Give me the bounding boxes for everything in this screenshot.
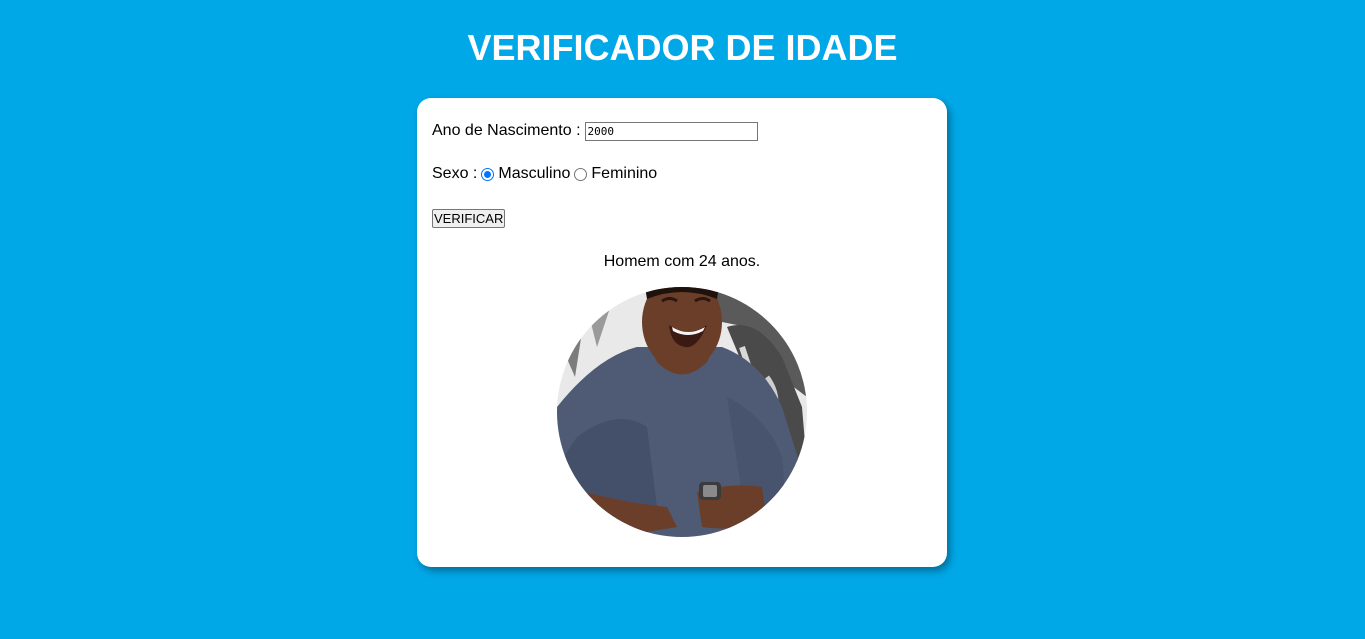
verify-button[interactable]: VERIFICAR [432,209,506,228]
sex-row: Sexo : Masculino Feminino [432,164,657,184]
birth-year-input[interactable] [584,121,758,141]
result-photo [557,287,807,537]
radio-feminino[interactable] [574,167,588,181]
radio-masculino-label[interactable]: Masculino [498,164,570,184]
sex-label: Sexo : [432,165,478,182]
result-text: Homem com 24 anos. [603,253,761,270]
smiling-man-photo-icon [557,287,807,537]
page-title: VERIFICADOR DE IDADE [467,27,898,68]
birth-year-label: Ano de Nascimento : [432,122,581,139]
verify-row: VERIFICAR [432,209,506,228]
birth-year-row: Ano de Nascimento : [432,121,758,141]
verifier-card: Ano de Nascimento : Sexo : Masculino Fem… [417,98,947,567]
radio-masculino[interactable] [481,167,495,181]
radio-feminino-label[interactable]: Feminino [591,164,657,184]
